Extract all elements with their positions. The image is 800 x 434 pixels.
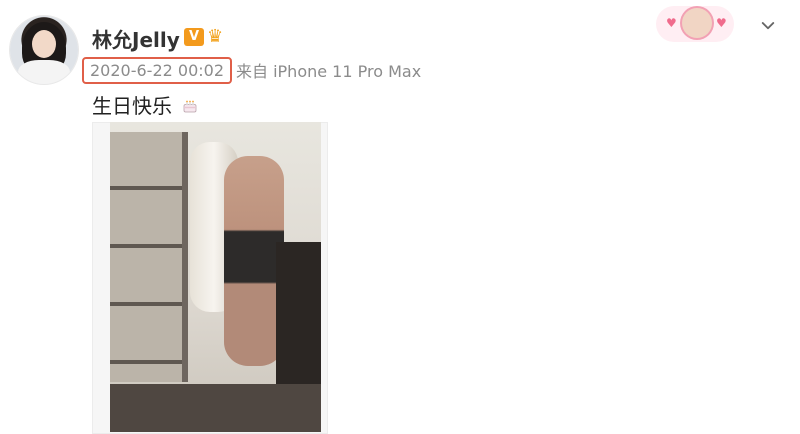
cake-icon [181, 96, 199, 114]
chevron-down-icon [761, 22, 775, 30]
post-text-content: 生日快乐 [92, 94, 172, 118]
crown-icon: ♛ [207, 26, 224, 47]
photo-shelf [110, 132, 188, 382]
timestamp[interactable]: 2020-6-22 00:02 [82, 56, 232, 84]
photo-person [224, 156, 284, 366]
avatar-face [32, 30, 56, 58]
mini-avatar [682, 8, 712, 38]
avatar[interactable] [10, 16, 78, 84]
post-photo[interactable] [110, 122, 321, 432]
avatar-shirt [18, 60, 70, 84]
meta-row: 2020-6-22 00:02 来自 iPhone 11 Pro Max [82, 56, 421, 84]
photo-floor [110, 384, 321, 432]
username[interactable]: 林允Jelly [92, 24, 180, 53]
verified-badge: V [184, 28, 204, 46]
source-label: 来自 iPhone 11 Pro Max [236, 62, 422, 81]
top-right-decoration: ♥ ♥ [656, 6, 734, 42]
more-options-button[interactable] [756, 14, 780, 38]
post-text: 生日快乐 [92, 90, 199, 119]
